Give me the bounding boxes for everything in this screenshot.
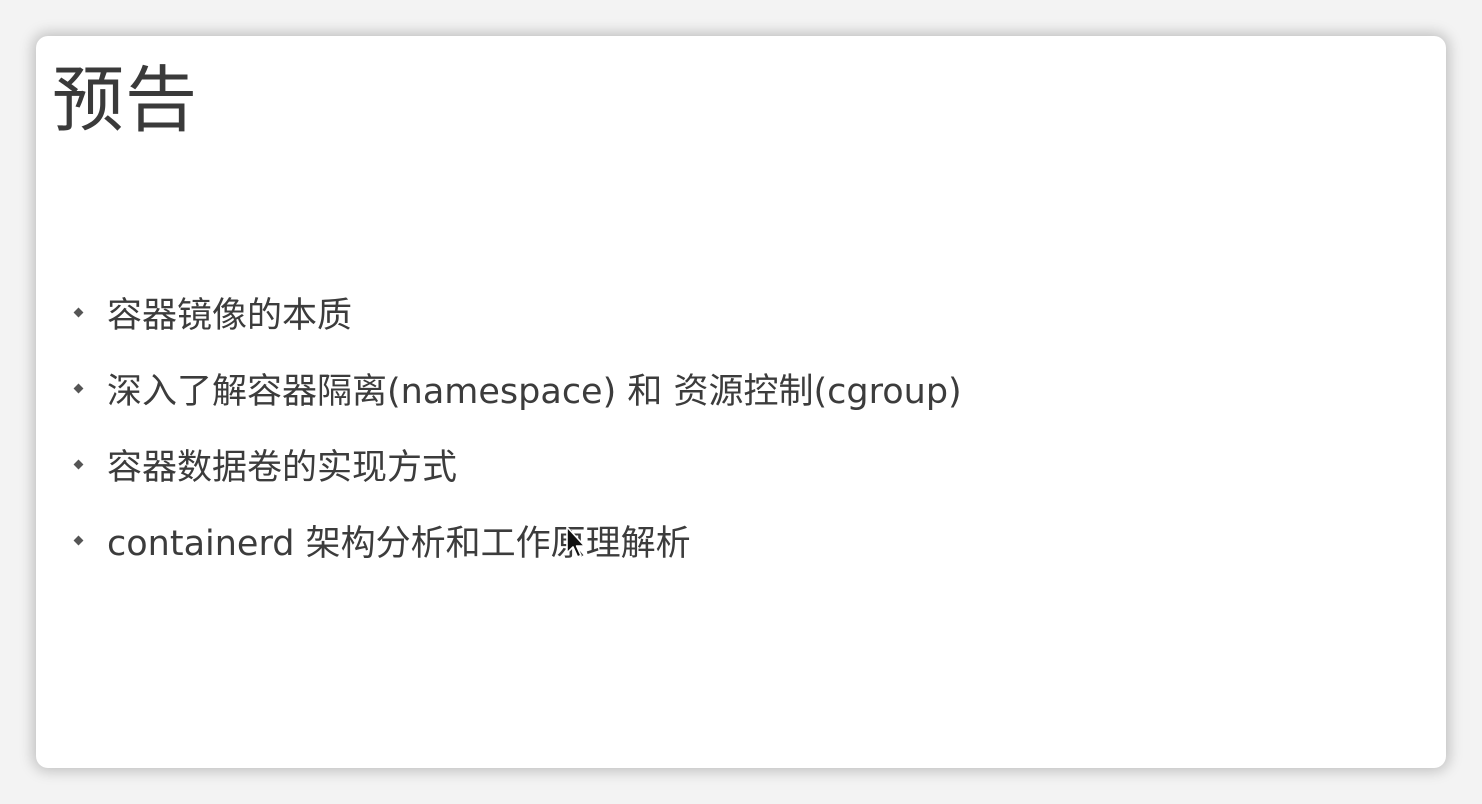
presentation-slide: 预告 容器镜像的本质 深入了解容器隔离(namespace) 和 资源控制(cg…: [36, 36, 1446, 768]
list-item: 容器数据卷的实现方式: [72, 426, 962, 502]
bullet-text: 容器数据卷的实现方式: [107, 447, 458, 488]
list-item: 深入了解容器隔离(namespace) 和 资源控制(cgroup): [72, 350, 962, 426]
diamond-bullet-icon: [73, 383, 84, 393]
bullet-text: 深入了解容器隔离(namespace) 和 资源控制(cgroup): [107, 371, 962, 412]
bullet-text: containerd 架构分析和工作原理解析: [107, 523, 691, 564]
bullet-text: 容器镜像的本质: [107, 295, 353, 336]
mouse-pointer-icon: [566, 526, 586, 558]
list-item: containerd 架构分析和工作原理解析: [72, 502, 962, 578]
list-item: 容器镜像的本质: [72, 274, 962, 350]
slide-title: 预告: [52, 58, 199, 142]
diamond-bullet-icon: [73, 459, 84, 469]
bullet-list: 容器镜像的本质 深入了解容器隔离(namespace) 和 资源控制(cgrou…: [72, 274, 962, 578]
diamond-bullet-icon: [73, 535, 84, 545]
diamond-bullet-icon: [73, 307, 84, 317]
